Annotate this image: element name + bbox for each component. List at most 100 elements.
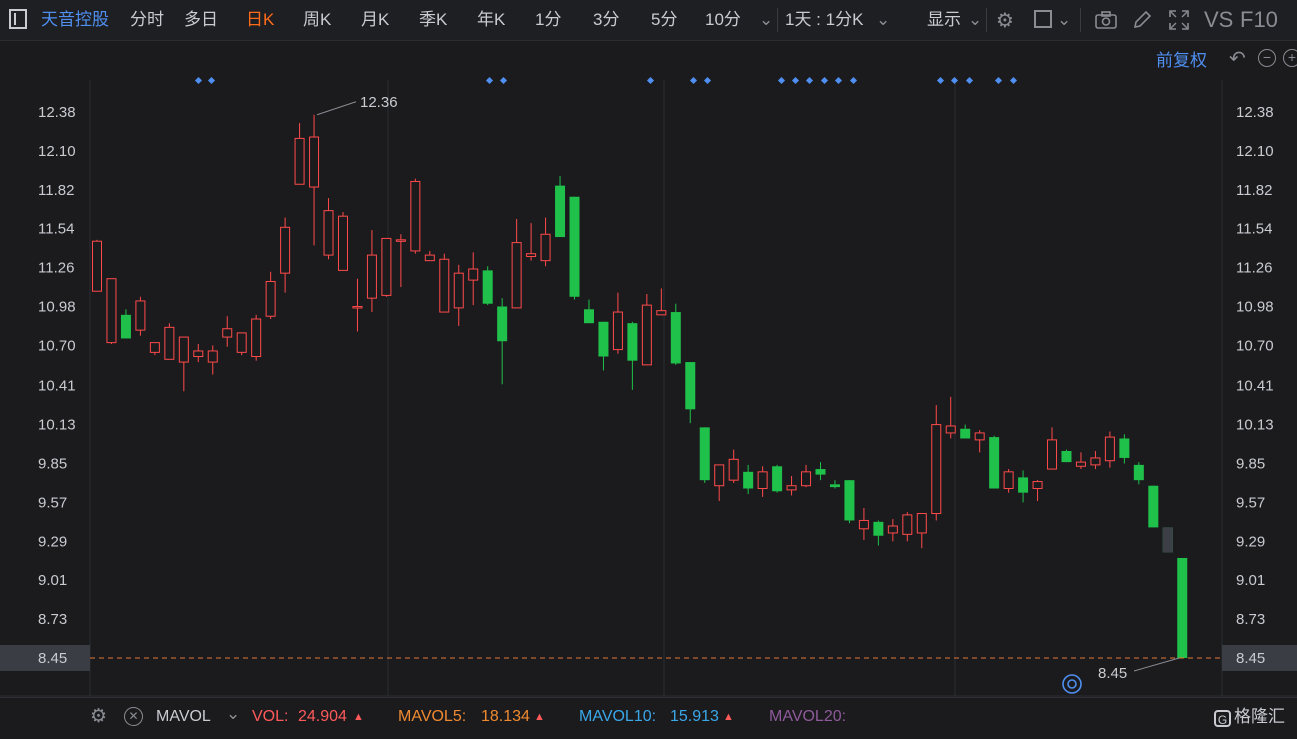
chevron-down-icon[interactable]: ⌄ — [968, 10, 982, 30]
candle — [1148, 485, 1159, 528]
tab-3min[interactable]: 3分 — [593, 0, 619, 40]
fullscreen-icon[interactable] — [1168, 9, 1190, 31]
candle-body — [468, 268, 479, 281]
y-tick-label: 10.70 — [1236, 337, 1274, 354]
candle-body — [1032, 481, 1043, 490]
candle-body — [1003, 471, 1014, 490]
chevron-down-icon[interactable]: ⌄ — [1057, 10, 1071, 30]
event-marker — [777, 76, 786, 85]
camera-icon[interactable] — [1094, 10, 1118, 30]
vs-button[interactable]: VS — [1204, 0, 1233, 40]
tab-week-k[interactable]: 周K — [303, 0, 331, 40]
candle — [352, 278, 363, 332]
candle — [612, 292, 623, 354]
f10-button[interactable]: F10 — [1240, 0, 1278, 40]
annotations: 12.36 8.45 — [90, 94, 1222, 694]
candle — [974, 430, 985, 453]
candle-body — [265, 280, 276, 317]
event-marker — [703, 76, 712, 85]
pencil-icon[interactable] — [1131, 9, 1153, 31]
candle-body — [222, 328, 233, 338]
up-arrow-icon: ▲ — [534, 711, 545, 723]
candle — [1090, 450, 1101, 470]
display-menu[interactable]: 显示 — [927, 0, 961, 40]
divider — [1080, 8, 1081, 32]
tab-fenshi[interactable]: 分时 — [130, 0, 164, 40]
period-select[interactable]: 1天 : 1分K — [785, 0, 863, 40]
square-icon[interactable] — [1034, 10, 1052, 28]
candle-body — [236, 332, 247, 353]
y-tick-label: 12.38 — [1236, 104, 1274, 121]
candle-body — [555, 185, 566, 238]
kline-chart[interactable]: 12.38 12.10 11.82 11.54 11.26 10.98 10.70 10.41… — [0, 40, 1297, 739]
candle-body — [1075, 461, 1086, 467]
candle-body — [960, 428, 971, 439]
candle — [786, 476, 797, 496]
candle — [873, 520, 884, 546]
indicator-bar: ⚙ ✕ MAVOL ⌄ VOL: 24.904 ▲ MAVOL5: 18.134… — [0, 697, 1297, 736]
up-arrow-icon: ▲ — [353, 711, 364, 723]
chevron-down-icon[interactable]: ⌄ — [759, 10, 773, 30]
candle — [120, 309, 131, 339]
candle — [714, 464, 725, 502]
candle — [743, 464, 754, 495]
candle — [772, 464, 783, 493]
candle-gap-block — [1162, 527, 1173, 553]
low-leader-line — [1133, 657, 1180, 672]
tab-quarter-k[interactable]: 季K — [419, 0, 447, 40]
candle — [92, 239, 102, 292]
y-tick-label: 9.01 — [1236, 572, 1265, 589]
candle-body — [120, 314, 131, 339]
top-toolbar: 天音控股 分时 多日 日K 周K 月K 季K 年K 1分 3分 5分 10分 ⌄… — [0, 0, 1297, 41]
tab-duori[interactable]: 多日 — [184, 0, 218, 40]
y-tick-label: 8.45 — [1236, 650, 1265, 667]
y-tick-label: 12.10 — [1236, 143, 1274, 160]
candle-body — [858, 519, 869, 530]
mavol10-value: 15.913 — [670, 708, 719, 725]
event-marker — [791, 76, 800, 85]
candle-body — [974, 432, 985, 441]
candle-body — [92, 240, 102, 292]
tab-10min[interactable]: 10分 — [705, 0, 741, 40]
indicator-name[interactable]: MAVOL — [156, 698, 211, 736]
close-icon[interactable]: ✕ — [124, 707, 143, 726]
y-axis-right: 12.38 12.10 11.82 11.54 11.26 10.98 10.70 10.41… — [1222, 104, 1297, 671]
sidebar-toggle-icon[interactable] — [9, 9, 27, 29]
candle-body — [627, 323, 638, 361]
y-tick-label: 11.82 — [1236, 182, 1272, 199]
candle-body — [728, 458, 739, 481]
event-marker — [849, 76, 858, 85]
brand-logo: G 格隆汇 — [1214, 698, 1285, 736]
candle-body — [453, 272, 464, 309]
candle-body — [1061, 450, 1072, 463]
locate-icon — [1062, 674, 1082, 694]
chevron-down-icon[interactable]: ⌄ — [226, 704, 240, 724]
tab-day-k[interactable]: 日K — [246, 0, 274, 40]
candle-body — [207, 350, 218, 363]
candle-body — [1119, 438, 1130, 458]
chevron-down-icon[interactable]: ⌄ — [876, 10, 890, 30]
tab-5min[interactable]: 5分 — [651, 0, 677, 40]
brand-g-icon: G — [1214, 710, 1231, 727]
candle — [526, 223, 537, 261]
candle — [801, 464, 812, 488]
candle-body — [931, 424, 942, 515]
candle-body — [670, 312, 681, 364]
tab-year-k[interactable]: 年K — [477, 0, 505, 40]
candle — [251, 314, 262, 361]
vol-label: VOL: — [252, 708, 289, 725]
candle — [1018, 470, 1029, 503]
event-markers — [194, 76, 1018, 85]
candle — [280, 217, 291, 293]
y-tick-label: 10.98 — [38, 299, 76, 316]
candle-body — [511, 242, 522, 309]
tab-month-k[interactable]: 月K — [361, 0, 389, 40]
event-marker — [994, 76, 1003, 85]
gear-icon[interactable]: ⚙ — [996, 8, 1014, 33]
candle — [265, 271, 276, 320]
candle-body — [786, 485, 797, 491]
gear-icon[interactable]: ⚙ — [90, 705, 107, 728]
candle — [222, 316, 233, 347]
y-tick-label: 8.45 — [38, 650, 67, 667]
tab-1min[interactable]: 1分 — [535, 0, 561, 40]
